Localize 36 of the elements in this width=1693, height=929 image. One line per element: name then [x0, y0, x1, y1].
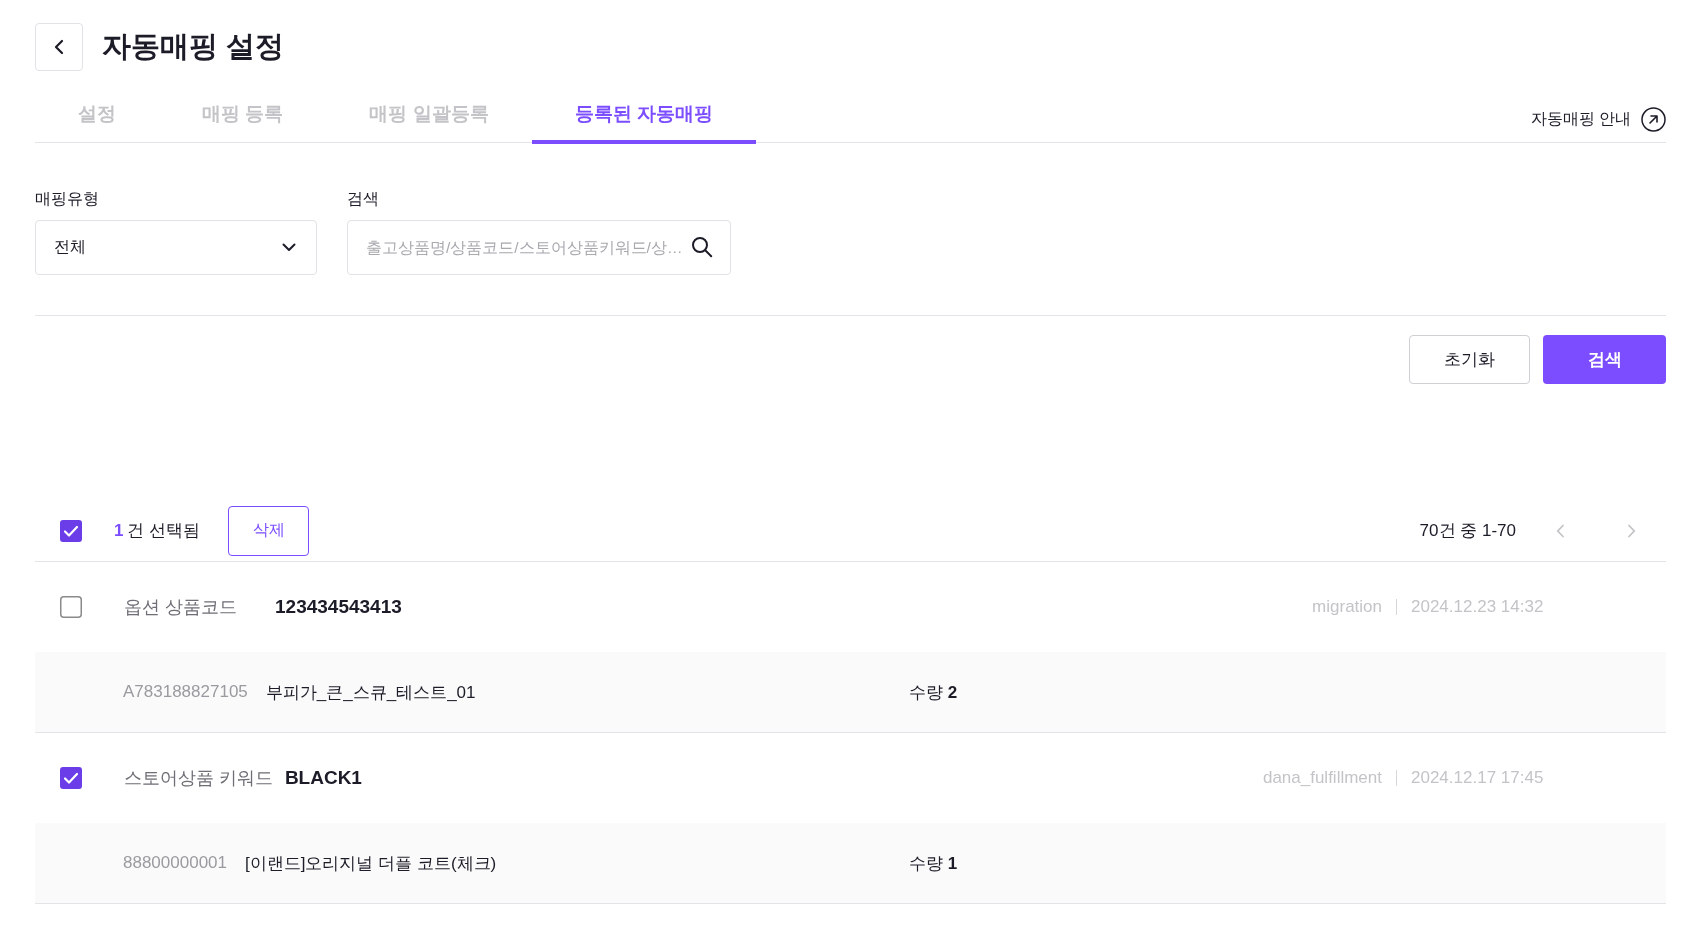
mapping-type: 옵션 상품코드	[124, 596, 238, 619]
back-icon	[54, 39, 64, 55]
search-icon	[691, 236, 713, 258]
checkbox[interactable]	[60, 519, 82, 542]
reset-button[interactable]: 초기화	[1409, 335, 1530, 384]
selected-count: 1	[114, 520, 124, 541]
mapping-key: BLACK1	[284, 767, 362, 789]
mapping-type: 스토어상품 키워드	[124, 767, 273, 790]
field-label: 매핑유형	[35, 189, 100, 209]
external-link-icon	[1641, 107, 1666, 132]
selected-label: 건 선택됨	[127, 520, 201, 542]
chevron-right-icon	[1627, 523, 1636, 538]
guide-link[interactable]: 자동매핑 안내	[1530, 107, 1666, 142]
registered-date: 2024.12.23 14:32	[1411, 597, 1543, 617]
checkbox[interactable]	[60, 767, 82, 789]
search-field[interactable]: 출고상품명/상품코드/스토어상품키워드/상…	[347, 220, 731, 275]
pagination-range: 70건 중 1-70	[1419, 520, 1516, 542]
registered-by: dana_fulfillment	[1262, 768, 1382, 788]
tab[interactable]: 등록된 자동매핑	[531, 100, 756, 144]
chevron-left-icon	[1556, 523, 1565, 538]
search-button[interactable]: 검색	[1543, 335, 1666, 384]
mapping-type-dropdown[interactable]: 전체	[35, 220, 317, 275]
checkbox[interactable]	[60, 596, 82, 618]
quantity: 수량 2	[909, 681, 958, 704]
product-code: 88800000001	[123, 853, 227, 873]
quantity: 수량 1	[909, 852, 958, 875]
mapping-key: 123434543413	[275, 596, 402, 618]
field-label: 검색	[347, 189, 380, 209]
product-name: [이랜드]오리지널 더플 코트(체크)	[245, 852, 497, 875]
delete-button[interactable]: 삭제	[228, 505, 310, 556]
product-code: A783188827105	[123, 682, 248, 702]
product-name: 부피가_큰_스큐_테스트_01	[265, 681, 476, 704]
page-title: 자동매핑 설정	[102, 29, 285, 64]
registered-date: 2024.12.17 17:45	[1411, 768, 1543, 788]
chevron-down-icon	[282, 243, 296, 252]
registered-by: migration	[1312, 597, 1382, 617]
